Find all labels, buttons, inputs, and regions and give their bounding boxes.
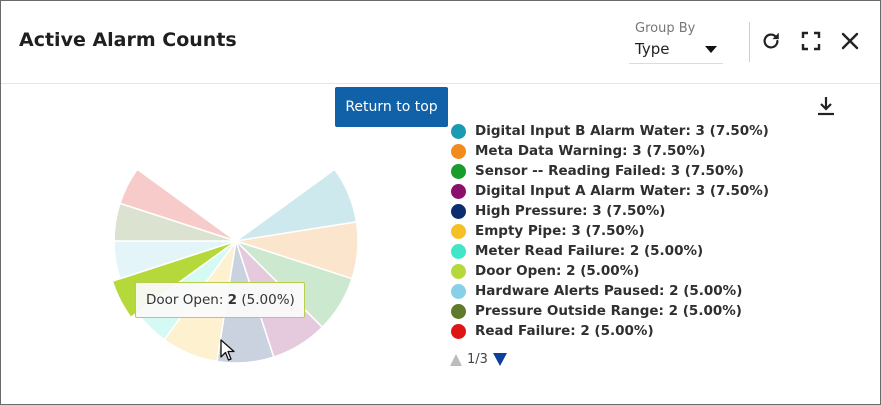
legend-label: Hardware Alerts Paused: 2 (5.00%) [475, 283, 743, 299]
refresh-icon [763, 32, 779, 49]
legend-swatch [451, 243, 466, 259]
legend-label: Digital Input B Alarm Water: 3 (7.50%) [475, 123, 769, 139]
legend-swatch [451, 223, 466, 239]
legend-swatch [451, 183, 466, 199]
legend-label: High Pressure: 3 (7.50%) [475, 203, 666, 219]
legend-item[interactable]: Read Failure: 2 (5.00%) [451, 321, 861, 341]
tooltip-label: Door Open: [146, 292, 224, 308]
legend-swatch [451, 203, 466, 219]
chevron-down-icon [705, 46, 717, 53]
tooltip-percent: (5.00%) [241, 292, 295, 308]
legend-label: Sensor -- Reading Failed: 3 (7.50%) [475, 163, 744, 179]
group-by-select[interactable]: Group By Type [629, 17, 723, 64]
legend-item[interactable]: Empty Pipe: 3 (7.50%) [451, 221, 861, 241]
legend-label: Meter Read Failure: 2 (5.00%) [475, 243, 704, 259]
legend-item[interactable]: Digital Input B Alarm Water: 3 (7.50%) [451, 121, 861, 141]
legend-item[interactable]: Sensor -- Reading Failed: 3 (7.50%) [451, 161, 861, 181]
legend-label: Pressure Outside Range: 2 (5.00%) [475, 303, 742, 319]
legend-page-indicator: 1/3 [467, 352, 488, 367]
legend-label: Digital Input A Alarm Water: 3 (7.50%) [475, 183, 769, 199]
legend-swatch [451, 263, 466, 279]
widget-title: Active Alarm Counts [19, 29, 237, 51]
legend-swatch [451, 143, 466, 159]
legend-swatch [451, 303, 466, 319]
legend-label: Meta Data Warning: 3 (7.50%) [475, 143, 706, 159]
fullscreen-icon [801, 31, 821, 51]
legend-label: Door Open: 2 (5.00%) [475, 263, 640, 279]
legend-item[interactable]: Digital Input A Alarm Water: 3 (7.50%) [451, 181, 861, 201]
legend-swatch [451, 323, 466, 339]
mouse-pointer-icon [220, 339, 235, 361]
download-button[interactable] [813, 93, 839, 119]
pie-tooltip: Door Open: 2 (5.00%) [135, 282, 305, 318]
legend-item[interactable]: High Pressure: 3 (7.50%) [451, 201, 861, 221]
legend-item[interactable]: Hardware Alerts Paused: 2 (5.00%) [451, 281, 861, 301]
triangle-down-icon[interactable] [492, 353, 507, 366]
group-by-value: Type [635, 40, 670, 58]
tooltip-value: 2 [227, 292, 238, 308]
legend-label: Read Failure: 2 (5.00%) [475, 323, 654, 339]
refresh-button[interactable] [758, 28, 784, 54]
legend-item[interactable]: Meta Data Warning: 3 (7.50%) [451, 141, 861, 161]
fullscreen-button[interactable] [798, 28, 824, 54]
legend-pager: 1/3 [450, 352, 507, 367]
download-icon [818, 97, 834, 116]
legend-item[interactable]: Door Open: 2 (5.00%) [451, 261, 861, 281]
legend-item[interactable]: Pressure Outside Range: 2 (5.00%) [451, 301, 861, 321]
legend-swatch [451, 123, 466, 139]
return-to-top-button[interactable]: Return to top [335, 87, 448, 127]
legend-swatch [451, 163, 466, 179]
triangle-up-icon[interactable] [450, 353, 462, 366]
close-icon [841, 32, 859, 50]
legend-swatch [451, 283, 466, 299]
alarm-counts-widget: Active Alarm Counts Group By Type Return… [0, 0, 881, 405]
close-button[interactable] [837, 28, 863, 54]
header-divider [749, 22, 750, 62]
legend-item[interactable]: Meter Read Failure: 2 (5.00%) [451, 241, 861, 261]
chart-legend: Digital Input B Alarm Water: 3 (7.50%) Me… [451, 121, 861, 347]
legend-label: Empty Pipe: 3 (7.50%) [475, 223, 645, 239]
header-divider-line [1, 83, 880, 84]
pie-chart[interactable] [101, 101, 371, 383]
group-by-label: Group By [635, 21, 696, 36]
